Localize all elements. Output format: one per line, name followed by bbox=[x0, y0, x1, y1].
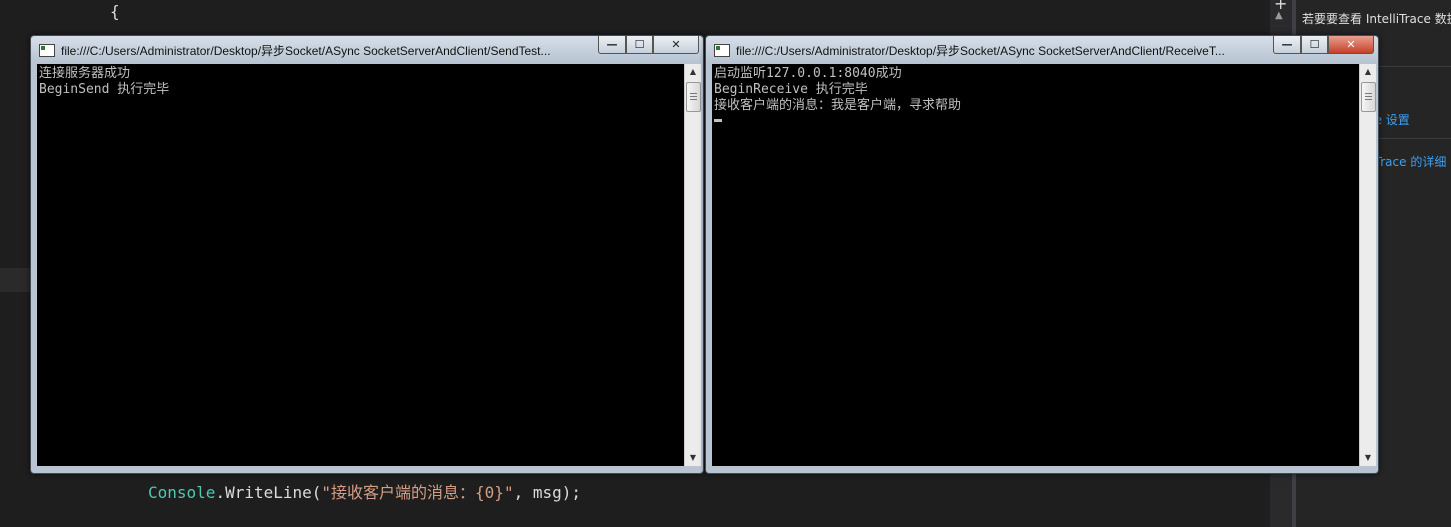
console-line: 接收客户端的消息：我是客户端，寻求帮助 bbox=[714, 98, 962, 113]
scroll-thumb[interactable] bbox=[686, 82, 701, 112]
receive-console-window[interactable]: file:///C:/Users/Administrator/Desktop/异… bbox=[705, 35, 1379, 474]
caption-buttons: — ☐ ✕ bbox=[598, 36, 699, 54]
console-scrollbar[interactable]: ▲ ▼ bbox=[1359, 64, 1376, 466]
console-output[interactable]: 启动监听127.0.0.1:8040成功 BeginReceive 执行完毕 接… bbox=[712, 64, 1359, 466]
console-line: BeginReceive 执行完毕 bbox=[714, 82, 868, 97]
code-brace: { bbox=[110, 2, 120, 21]
console-line: 启动监听127.0.0.1:8040成功 bbox=[714, 66, 902, 81]
minimize-button[interactable]: — bbox=[1273, 36, 1301, 54]
console-cursor bbox=[714, 119, 722, 122]
console-scrollbar[interactable]: ▲ ▼ bbox=[684, 64, 701, 466]
code-string: "接收客户端的消息：{0}" bbox=[321, 483, 514, 502]
console-line: BeginSend 执行完毕 bbox=[39, 82, 170, 97]
code-type-console: Console bbox=[148, 483, 216, 502]
scroll-down-icon[interactable]: ▼ bbox=[1360, 450, 1376, 466]
code-method: .WriteLine( bbox=[215, 483, 322, 502]
maximize-button[interactable]: ☐ bbox=[626, 36, 653, 54]
send-console-window[interactable]: file:///C:/Users/Administrator/Desktop/异… bbox=[30, 35, 704, 474]
scroll-up-icon[interactable]: ▲ bbox=[685, 64, 701, 80]
window-titlebar[interactable]: file:///C:/Users/Administrator/Desktop/异… bbox=[706, 36, 1378, 63]
intellitrace-details-link[interactable]: liTrace 的详细 bbox=[1368, 153, 1446, 170]
console-app-icon[interactable] bbox=[39, 44, 55, 57]
editor-margin-highlight bbox=[0, 268, 30, 292]
scroll-thumb[interactable] bbox=[1361, 82, 1376, 112]
maximize-button[interactable]: ☐ bbox=[1301, 36, 1328, 54]
window-titlebar[interactable]: file:///C:/Users/Administrator/Desktop/异… bbox=[31, 36, 703, 63]
code-args: , msg); bbox=[513, 483, 582, 502]
intellitrace-message: 若要要查看 IntelliTrace 数据， bbox=[1302, 12, 1451, 26]
close-button[interactable]: ✕ bbox=[1328, 36, 1374, 54]
scroll-up-icon[interactable]: ▲ bbox=[1360, 64, 1376, 80]
console-line: 连接服务器成功 bbox=[39, 66, 131, 81]
window-title: file:///C:/Users/Administrator/Desktop/异… bbox=[61, 44, 551, 58]
minimize-button[interactable]: — bbox=[598, 36, 626, 54]
scroll-down-icon[interactable]: ▼ bbox=[685, 450, 701, 466]
close-button[interactable]: ✕ bbox=[653, 36, 699, 54]
console-app-icon[interactable] bbox=[714, 44, 730, 57]
window-title: file:///C:/Users/Administrator/Desktop/异… bbox=[736, 44, 1225, 58]
code-line-writeline: Console.WriteLine("接收客户端的消息：{0}", msg); bbox=[148, 479, 581, 503]
scroll-up-icon[interactable]: ▲ bbox=[1275, 10, 1283, 21]
console-output[interactable]: 连接服务器成功 BeginSend 执行完毕 bbox=[37, 64, 684, 466]
caption-buttons: — ☐ ✕ bbox=[1273, 36, 1374, 54]
